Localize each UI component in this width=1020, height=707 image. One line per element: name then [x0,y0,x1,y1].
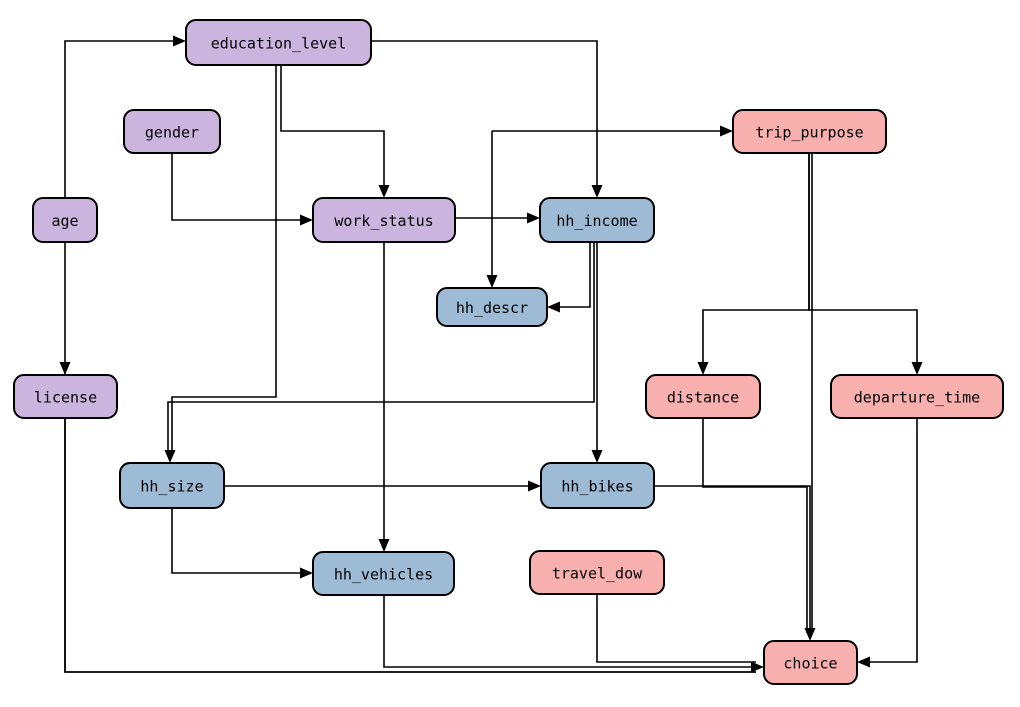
node-box-choice[interactable] [763,640,858,685]
node-gender[interactable]: gender [123,109,221,154]
head-distance-top [697,362,709,375]
node-departure_time[interactable]: departure_time [830,374,1004,419]
hh_vehicles-to-choice [383,595,756,668]
head-hh_bikes-top [591,450,603,463]
head-choice-left [751,661,764,673]
nodes-layer: education_levelgender trip_purposeage work… [13,19,1004,685]
head-license-top [59,362,71,375]
node-distance[interactable]: distance [645,374,761,419]
head-hh_descr-right [547,301,560,313]
head-hh_income-top [591,185,603,198]
node-choice[interactable]: choice [763,640,858,685]
trip_purpose-to-departure_time [808,153,918,367]
head-hh_vehicles-left [300,567,313,579]
node-hh_bikes[interactable]: hh_bikes [540,462,655,509]
head-hh_descr-top [486,275,498,288]
education_level-to-work_status [280,65,385,190]
head-hh_bikes-left [528,480,541,492]
head-departure_time-top [911,362,923,375]
node-box-hh_income[interactable] [539,197,655,243]
education_level-to-hh_income [371,40,598,190]
node-education_level[interactable]: education_level [185,19,372,66]
node-box-departure_time[interactable] [830,374,1004,419]
node-box-trip_purpose[interactable] [732,109,887,154]
head-choice-right [857,656,870,668]
hh_size-to-hh_vehicles [171,508,305,574]
graph-svg: education_levelgender trip_purposeage work… [13,19,1004,685]
travel_dow-to-choice [596,594,756,663]
node-hh_vehicles[interactable]: hh_vehicles [312,551,455,596]
node-box-work_status[interactable] [312,197,456,243]
head-work_status-top [378,185,390,198]
node-box-hh_descr[interactable] [436,287,548,327]
node-box-distance[interactable] [645,374,761,419]
hh_income-to-hh_size [167,242,595,455]
node-age[interactable]: age [32,197,98,243]
node-box-education_level[interactable] [185,19,372,66]
diagram-canvas: education_levelgender trip_purposeage work… [0,0,1020,707]
node-hh_income[interactable]: hh_income [539,197,655,243]
distance-to-choice [702,418,808,633]
node-work_status[interactable]: work_status [312,197,456,243]
node-travel_dow[interactable]: travel_dow [529,550,665,595]
node-box-gender[interactable] [123,109,221,154]
node-box-hh_vehicles[interactable] [312,551,455,596]
hh_income-to-hh_descr [556,242,591,308]
node-box-hh_size[interactable] [119,462,225,509]
node-trip_purpose[interactable]: trip_purpose [732,109,887,154]
node-box-license[interactable] [13,374,118,419]
head-work_status-left [300,214,313,226]
departure_time-to-choice [865,418,918,663]
node-license[interactable]: license [13,374,118,419]
hh_bikes-to-choice [654,485,811,633]
head-choice-top [804,628,816,641]
node-box-travel_dow[interactable] [529,550,665,595]
head-hh_vehicles-top [378,539,390,552]
head-hh_size-top [164,450,176,463]
node-hh_descr[interactable]: hh_descr [436,287,548,327]
node-hh_size[interactable]: hh_size [119,462,225,509]
head-education_level-left [173,35,186,47]
trip_purpose-to-distance [702,153,810,367]
head-trip_purpose-left [720,125,733,137]
node-box-age[interactable] [32,197,98,243]
node-box-hh_bikes[interactable] [540,462,655,509]
gender-to-work_status [171,153,305,221]
head-hh_income-left [527,212,540,224]
